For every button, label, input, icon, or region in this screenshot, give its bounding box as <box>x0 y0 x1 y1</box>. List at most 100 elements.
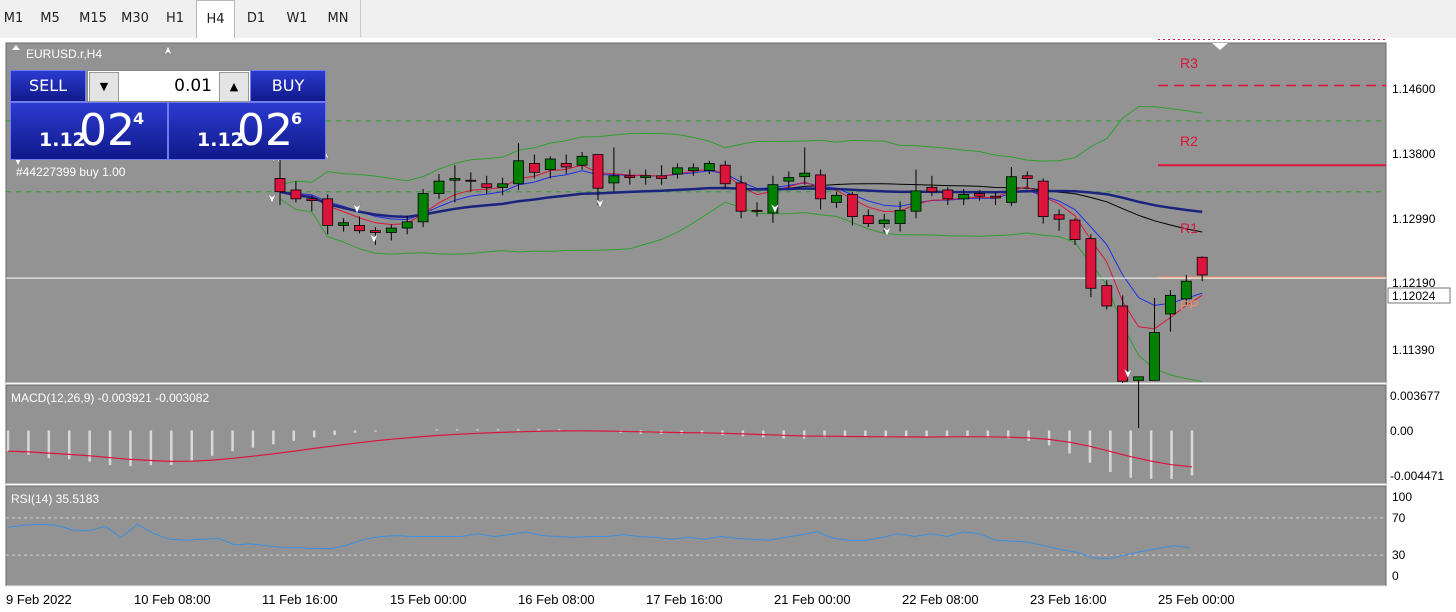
time-axis-label: 11 Feb 16:00 <box>262 592 338 607</box>
buy-button[interactable]: BUY <box>250 70 326 102</box>
tf-m1[interactable]: M1 <box>0 0 27 37</box>
time-axis-label: 10 Feb 08:00 <box>134 592 211 607</box>
candle-body <box>942 189 954 200</box>
tf-d1[interactable]: D1 <box>238 0 274 37</box>
candle-body <box>862 215 874 225</box>
pivot-pp-label: PP <box>1180 297 1199 313</box>
candle-body <box>369 230 381 233</box>
rsi-axis-label: 70 <box>1392 511 1406 525</box>
time-axis-label: 22 Feb 08:00 <box>902 592 979 607</box>
rsi-axis-label: 0 <box>1392 569 1399 583</box>
candle-body <box>1149 332 1160 381</box>
candle-body <box>338 222 350 226</box>
candle-body <box>1101 285 1113 307</box>
candle-body <box>1165 294 1176 315</box>
time-axis-label: 17 Feb 16:00 <box>646 592 723 607</box>
candle-body <box>354 224 365 232</box>
candle-body <box>799 172 811 178</box>
pivot-r1-label: R1 <box>1180 220 1198 236</box>
candle-body <box>703 163 715 171</box>
sell-label: SELL <box>28 76 68 95</box>
timeframe-toolbar: M1 M5 M15 M30 H1 H4 D1 W1 MN <box>0 0 1456 39</box>
time-axis-label: 9 Feb 2022 <box>6 592 72 607</box>
pivot-r2-label: R2 <box>1180 133 1198 149</box>
candle-body <box>990 195 1001 199</box>
candle-body <box>672 167 683 175</box>
candle-body <box>497 183 509 188</box>
lot-size-value[interactable]: 0.01 <box>120 71 212 101</box>
candle-body <box>481 183 493 188</box>
macd-axis-label: 0.003677 <box>1390 389 1440 403</box>
candle-body <box>385 227 397 233</box>
candle-body <box>1053 214 1065 220</box>
lot-size-field[interactable]: ▼ 0.01 ▲ <box>87 70 251 102</box>
candle-body <box>831 194 842 203</box>
candle-body <box>1037 180 1049 217</box>
candle-body <box>1085 238 1097 289</box>
tf-h4[interactable]: H4 <box>196 0 235 38</box>
candle-body <box>974 193 985 197</box>
tf-m5[interactable]: M5 <box>34 0 66 37</box>
candle-body <box>576 155 588 166</box>
candle-body <box>783 177 795 182</box>
price-axis-label: 1.13800 <box>1392 147 1436 161</box>
tf-m15[interactable]: M15 <box>73 0 113 37</box>
current-price-value: 1.12024 <box>1392 289 1436 303</box>
price-axis-label: 1.14600 <box>1392 82 1436 96</box>
candle-body <box>465 179 477 182</box>
buy-price-pips: 02 <box>237 105 293 156</box>
price-axis-label: 1.12990 <box>1392 212 1436 226</box>
time-axis-label: 21 Feb 00:00 <box>774 592 851 607</box>
candle-body <box>1196 256 1208 276</box>
candle-body <box>1006 176 1017 203</box>
candle-body <box>751 209 763 212</box>
price-axis-label: 1.11390 <box>1392 343 1435 357</box>
time-axis-label: 16 Feb 08:00 <box>518 592 595 607</box>
macd-axis-label: -0.004471 <box>1390 469 1444 483</box>
candle-body <box>878 219 890 225</box>
pivot-r3-label: R3 <box>1180 55 1198 71</box>
order-label: #44227399 buy 1.00 <box>16 165 126 179</box>
candle-body <box>894 209 906 225</box>
tf-mn[interactable]: MN <box>319 0 357 37</box>
candle-body <box>560 163 572 168</box>
candle-body <box>958 194 970 200</box>
candle-body <box>513 160 524 185</box>
lot-decrease-button[interactable]: ▼ <box>89 72 119 102</box>
candle-body <box>910 190 922 212</box>
tf-m30[interactable]: M30 <box>116 0 154 37</box>
tf-w1[interactable]: W1 <box>279 0 315 37</box>
time-axis-label: 25 Feb 00:00 <box>1158 592 1235 607</box>
candle-body <box>624 175 636 178</box>
candle-body <box>640 175 652 178</box>
macd-label: MACD(12,26,9) -0.003921 -0.003082 <box>11 391 209 405</box>
sell-price-button[interactable]: 1.12 02 4 <box>10 102 168 160</box>
candle-body <box>529 163 540 173</box>
buy-price-fraction: 6 <box>291 109 303 128</box>
candle-body <box>815 174 826 200</box>
candle-body <box>322 198 334 226</box>
candle-body <box>847 194 858 217</box>
time-axis-label: 23 Feb 16:00 <box>1030 592 1107 607</box>
tf-h1[interactable]: H1 <box>157 0 193 37</box>
lot-increase-button[interactable]: ▲ <box>219 72 249 102</box>
rsi-axis-label: 100 <box>1392 490 1412 504</box>
candle-body <box>417 193 429 223</box>
sell-price-fraction: 4 <box>133 109 145 128</box>
sell-button[interactable]: SELL <box>10 70 86 102</box>
sell-price-pips: 02 <box>79 105 135 156</box>
buy-price-button[interactable]: 1.12 02 6 <box>168 102 326 160</box>
rsi-axis-label: 30 <box>1392 548 1406 562</box>
macd-axis-label: 0.00 <box>1390 424 1414 438</box>
candle-body <box>688 167 699 171</box>
symbol-label: EURUSD.r,H4 <box>26 47 102 61</box>
candle-body <box>608 175 620 184</box>
candle-body <box>306 198 318 202</box>
candle-body <box>544 158 556 171</box>
candle-body <box>433 180 445 194</box>
candle-body <box>656 175 667 179</box>
candle-body <box>719 164 731 185</box>
rsi-label: RSI(14) 35.5183 <box>11 492 99 506</box>
one-click-trading-panel: SELL ▼ 0.01 ▲ BUY 1.12 02 4 1.12 02 6 <box>10 70 326 160</box>
toolbar-divider <box>360 0 361 37</box>
